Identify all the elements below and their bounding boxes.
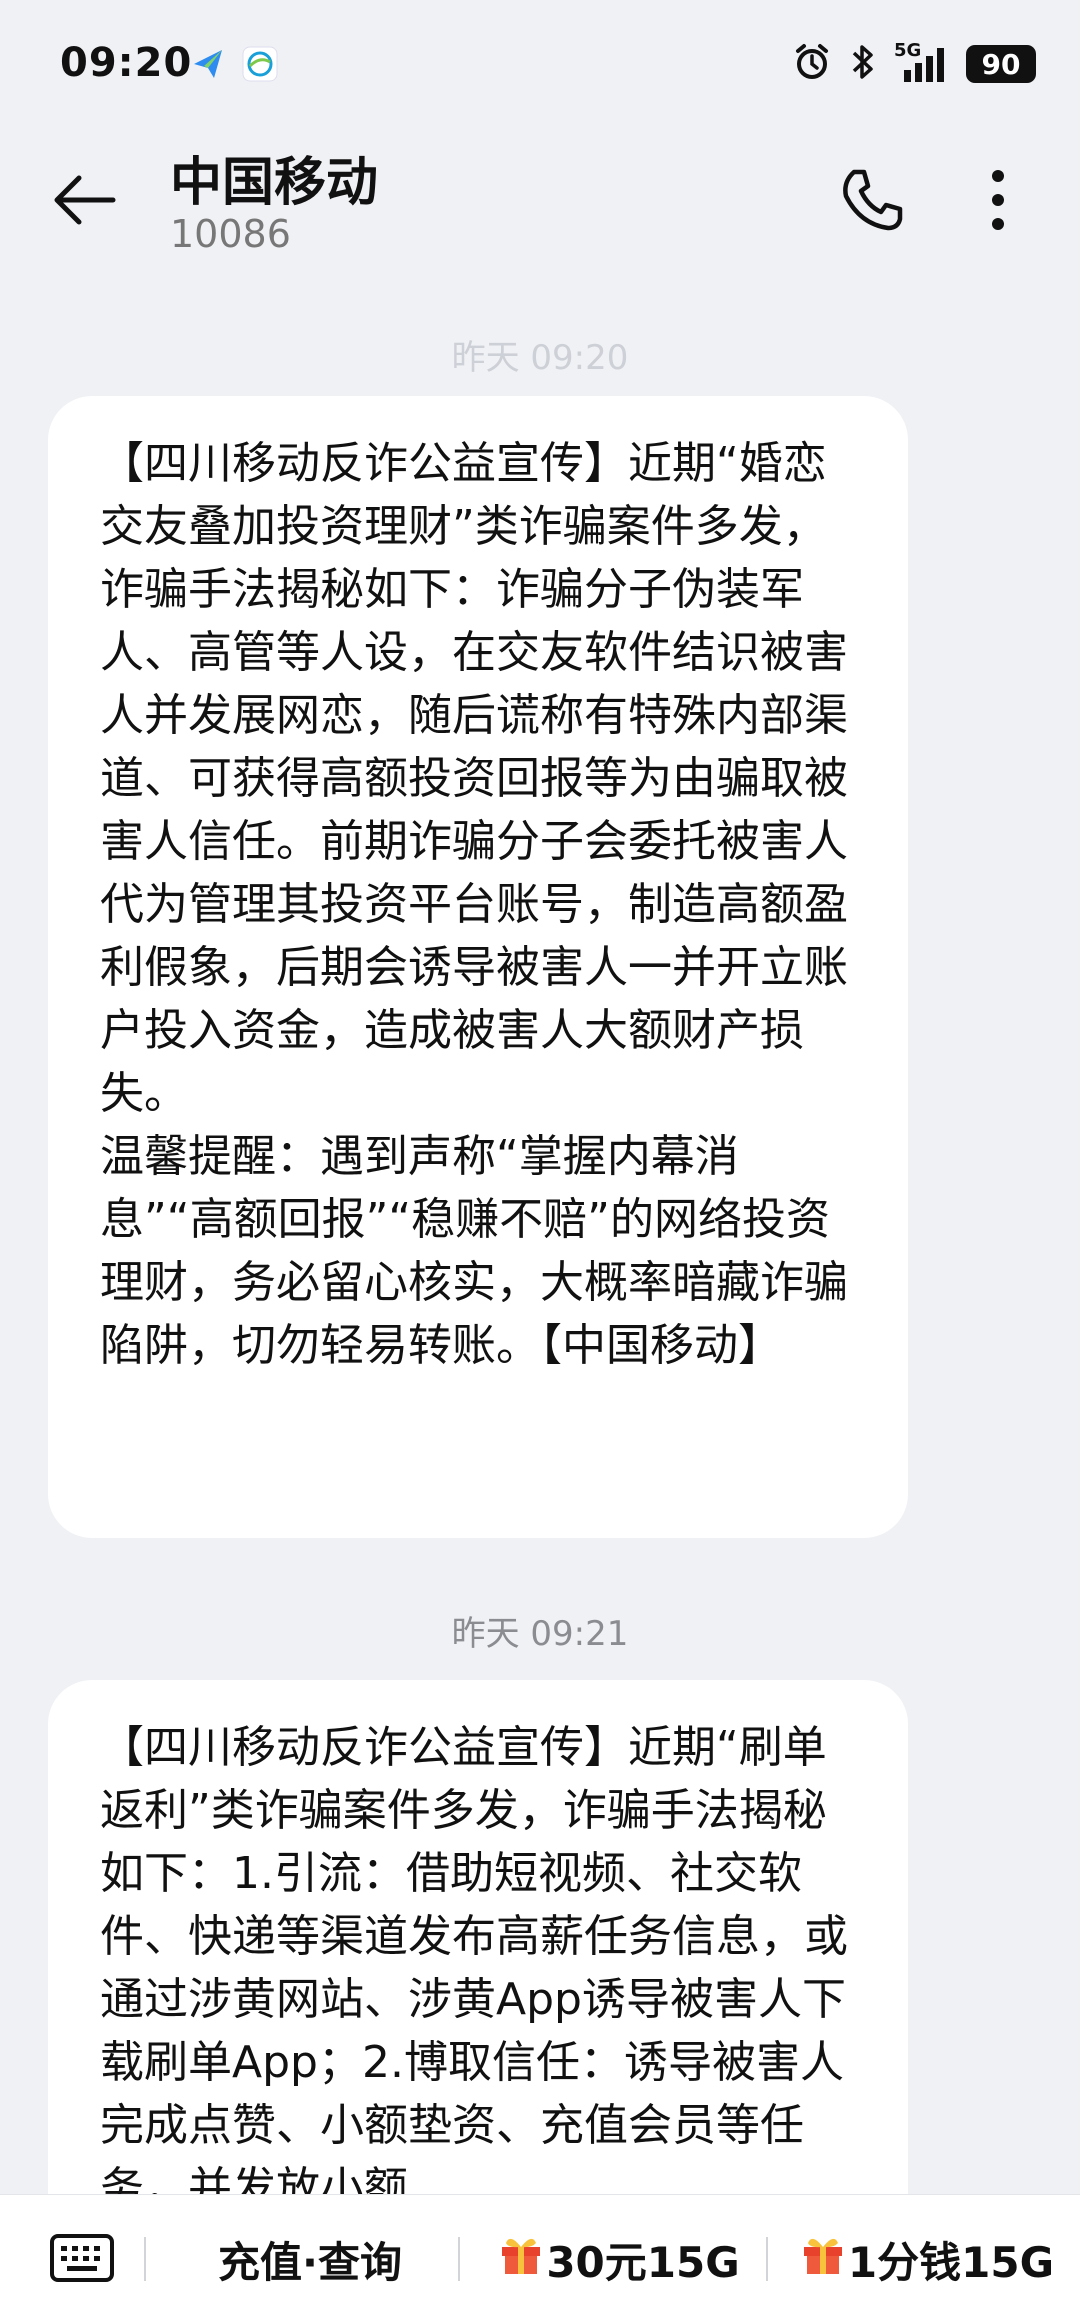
status-time: 09:20 (60, 40, 193, 86)
signal-5g-icon: 5G (894, 40, 948, 84)
call-button[interactable] (832, 160, 912, 240)
more-vertical-icon (992, 170, 1004, 230)
message-bubble[interactable]: 【四川移动反诈公益宣传】近期“婚恋交友叠加投资理财”类诈骗案件多发，诈骗手法揭秘… (48, 396, 908, 1538)
status-indicators: 5G 90 (792, 40, 1036, 86)
status-bar: 09:20 5G 90 (0, 0, 1080, 130)
menu-label: 1分钱15G (847, 2237, 1055, 2287)
menu-divider (458, 2237, 460, 2281)
message-timestamp-faded: 昨天 09:20 (451, 338, 629, 378)
back-button[interactable] (44, 160, 124, 240)
arrow-left-icon (54, 175, 116, 225)
menu-divider (766, 2237, 768, 2281)
phone-icon (843, 169, 903, 231)
sms-conversation-screen: 09:20 5G 90 中国移动 10086 昨天 09:20 【四川移动反诈公… (0, 0, 1080, 2322)
menu-recharge-query[interactable]: 充值·查询 (160, 2195, 460, 2322)
alarm-icon (792, 42, 832, 86)
contact-name: 中国移动 (170, 153, 379, 213)
bottom-menu-bar: 充值·查询 30元15G 1分钱15G (0, 2194, 1080, 2322)
paper-plane-icon (190, 46, 226, 82)
conversation-header: 中国移动 10086 (0, 130, 1080, 280)
menu-label: 充值·查询 (218, 2237, 402, 2287)
menu-package-1fen[interactable]: 1分钱15G (782, 2195, 1072, 2322)
keyboard-toggle-button[interactable] (46, 2225, 118, 2291)
message-timestamp: 昨天 09:21 (451, 1614, 629, 1654)
menu-divider (144, 2237, 146, 2281)
bluetooth-icon (850, 42, 876, 86)
china-mobile-logo-icon (242, 46, 278, 82)
status-app-icons (190, 46, 278, 82)
menu-label: 30元15G (546, 2237, 740, 2287)
contact-number: 10086 (170, 212, 291, 256)
gift-icon (800, 2231, 846, 2288)
keyboard-icon (50, 2234, 114, 2282)
menu-package-30[interactable]: 30元15G (474, 2195, 764, 2322)
gift-icon (498, 2231, 544, 2288)
battery-icon: 90 (966, 45, 1036, 83)
more-options-button[interactable] (958, 160, 1038, 240)
